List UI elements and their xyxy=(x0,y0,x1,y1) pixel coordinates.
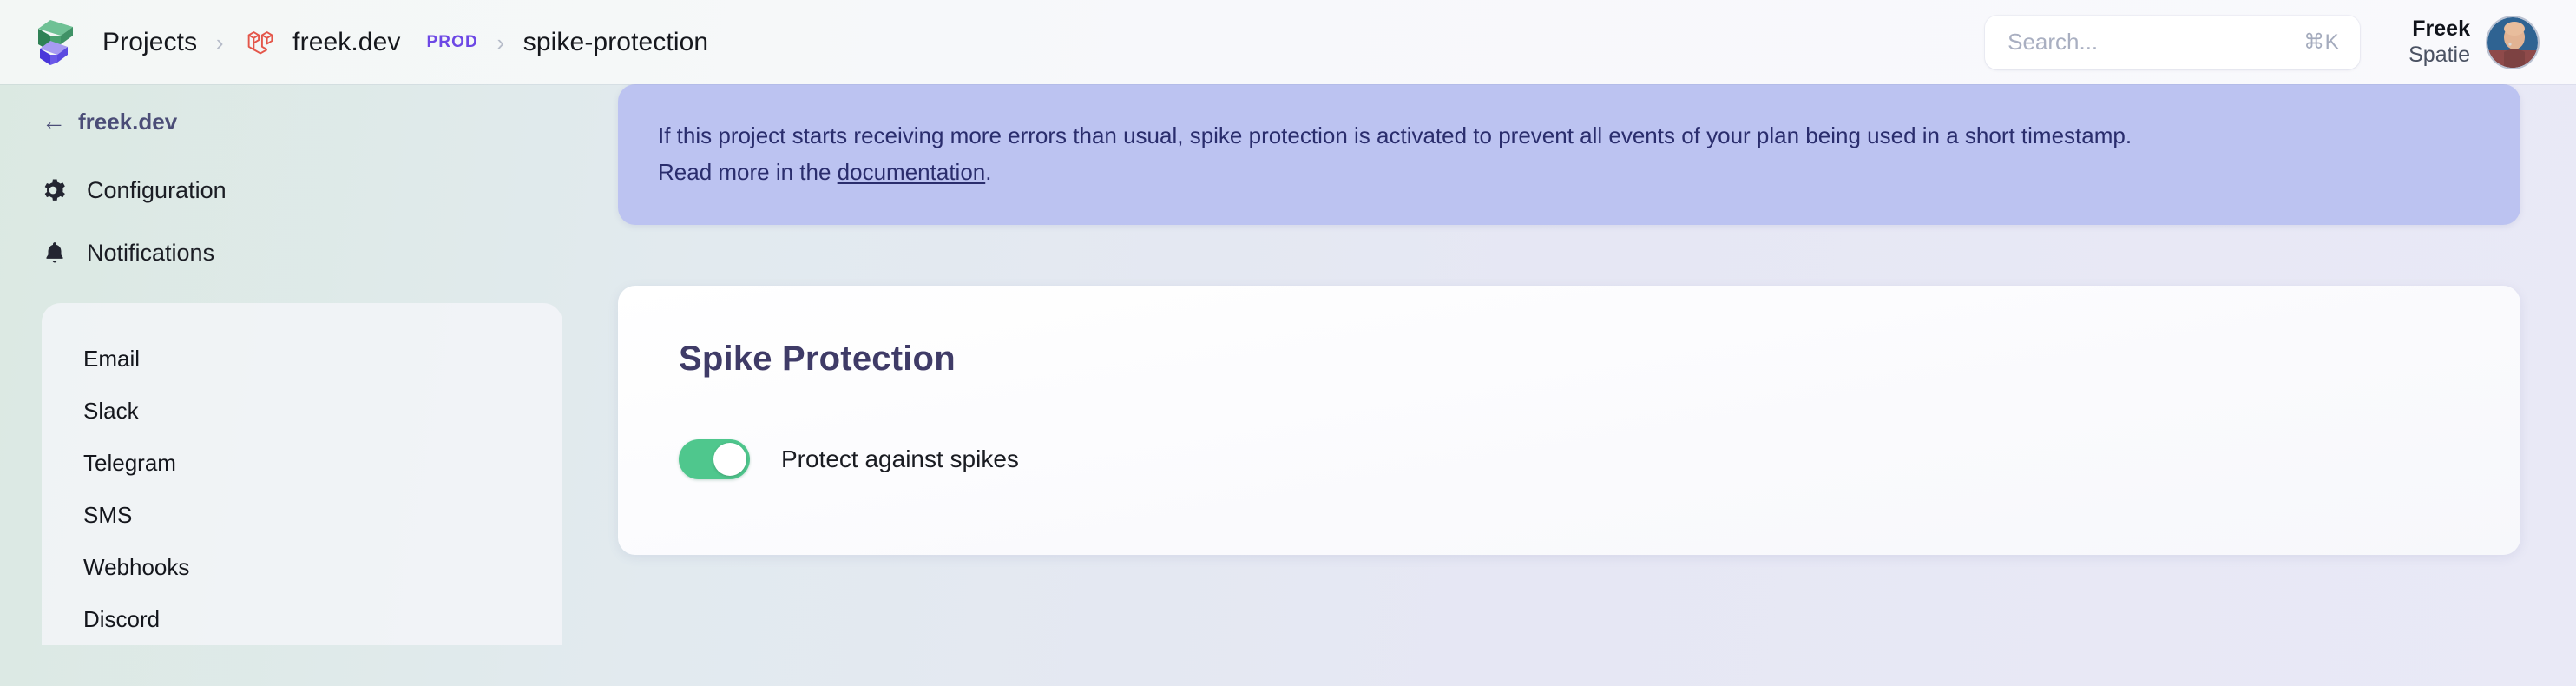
breadcrumb-project-label: freek.dev xyxy=(292,27,401,56)
sidebar-item-label-configuration: Configuration xyxy=(87,176,227,203)
protect-against-spikes-toggle[interactable] xyxy=(679,439,750,480)
info-banner-line-2-suffix: . xyxy=(985,159,992,186)
spike-protection-card: Spike Protection Protect against spikes xyxy=(618,286,2520,556)
sidebar-subitem-label-sms: SMS xyxy=(83,501,133,528)
page-body: ← freek.dev Configuration Notifications xyxy=(0,84,2576,686)
user-first-name: Freek xyxy=(2412,16,2470,41)
sidebar-subitem-label-webhooks: Webhooks xyxy=(83,553,190,580)
breadcrumb: Projects › freek.dev PROD › spike-protec… xyxy=(102,24,1985,61)
sidebar-subitem-label-discord: Discord xyxy=(83,605,161,632)
info-banner-line-2: Read more in the documentation. xyxy=(658,154,2481,190)
spike-protection-toggle-row: Protect against spikes xyxy=(679,439,2475,480)
breadcrumb-current: spike-protection xyxy=(522,27,709,56)
sidebar-subitem-label-email: Email xyxy=(83,345,141,372)
page-title: Spike Protection xyxy=(679,340,956,379)
documentation-link[interactable]: documentation xyxy=(838,159,986,185)
search-box[interactable]: ⌘K xyxy=(1985,15,2361,69)
sidebar-subitem-webhooks[interactable]: Webhooks xyxy=(42,541,562,593)
sidebar-subitem-label-telegram: Telegram xyxy=(83,449,176,476)
user-menu[interactable]: Freek Spatie xyxy=(2408,16,2538,68)
sidebar-subitem-telegram[interactable]: Telegram xyxy=(42,437,562,489)
sidebar-item-label-notifications: Notifications xyxy=(87,239,215,266)
sidebar-subitem-slack[interactable]: Slack xyxy=(42,385,562,437)
protect-against-spikes-label: Protect against spikes xyxy=(781,445,1019,473)
user-organization: Spatie xyxy=(2408,42,2470,67)
sidebar: ← freek.dev Configuration Notifications xyxy=(0,84,618,686)
info-banner-line-2-prefix: Read more in the xyxy=(658,159,838,186)
notification-channels-panel: Email Slack Telegram SMS Webhooks Discor… xyxy=(42,303,562,645)
top-bar: Projects › freek.dev PROD › spike-protec… xyxy=(0,0,2576,84)
sidebar-subitem-discord[interactable]: Discord xyxy=(42,593,562,645)
chevron-right-icon: › xyxy=(215,29,224,56)
info-banner-line-1: If this project starts receiving more er… xyxy=(658,122,2132,148)
flare-logo-icon[interactable] xyxy=(33,18,78,67)
environment-badge: PROD xyxy=(426,32,478,51)
toggle-knob xyxy=(713,443,746,477)
bell-icon xyxy=(42,240,68,266)
breadcrumb-project[interactable]: freek.dev PROD xyxy=(242,24,478,61)
sidebar-back-link[interactable]: ← freek.dev xyxy=(0,84,618,159)
arrow-left-icon: ← xyxy=(42,108,66,135)
main-content: If this project starts receiving more er… xyxy=(618,84,2576,686)
laravel-icon xyxy=(242,24,279,61)
top-bar-right: ⌘K Freek Spatie xyxy=(1985,15,2538,69)
sidebar-subitem-label-slack: Slack xyxy=(83,397,139,424)
info-banner: If this project starts receiving more er… xyxy=(618,84,2520,226)
search-input[interactable] xyxy=(2008,29,2269,56)
chevron-right-icon-2: › xyxy=(496,29,505,56)
gear-icon xyxy=(42,177,68,203)
avatar[interactable] xyxy=(2487,16,2538,68)
sidebar-item-notifications[interactable]: Notifications xyxy=(0,221,618,284)
sidebar-subitem-email[interactable]: Email xyxy=(42,333,562,385)
breadcrumb-projects[interactable]: Projects xyxy=(102,28,197,57)
user-names: Freek Spatie xyxy=(2408,16,2470,68)
sidebar-subitem-sms[interactable]: SMS xyxy=(42,489,562,541)
search-shortcut-hint: ⌘K xyxy=(2303,30,2340,54)
sidebar-back-label: freek.dev xyxy=(78,108,178,135)
sidebar-item-configuration[interactable]: Configuration xyxy=(0,159,618,221)
